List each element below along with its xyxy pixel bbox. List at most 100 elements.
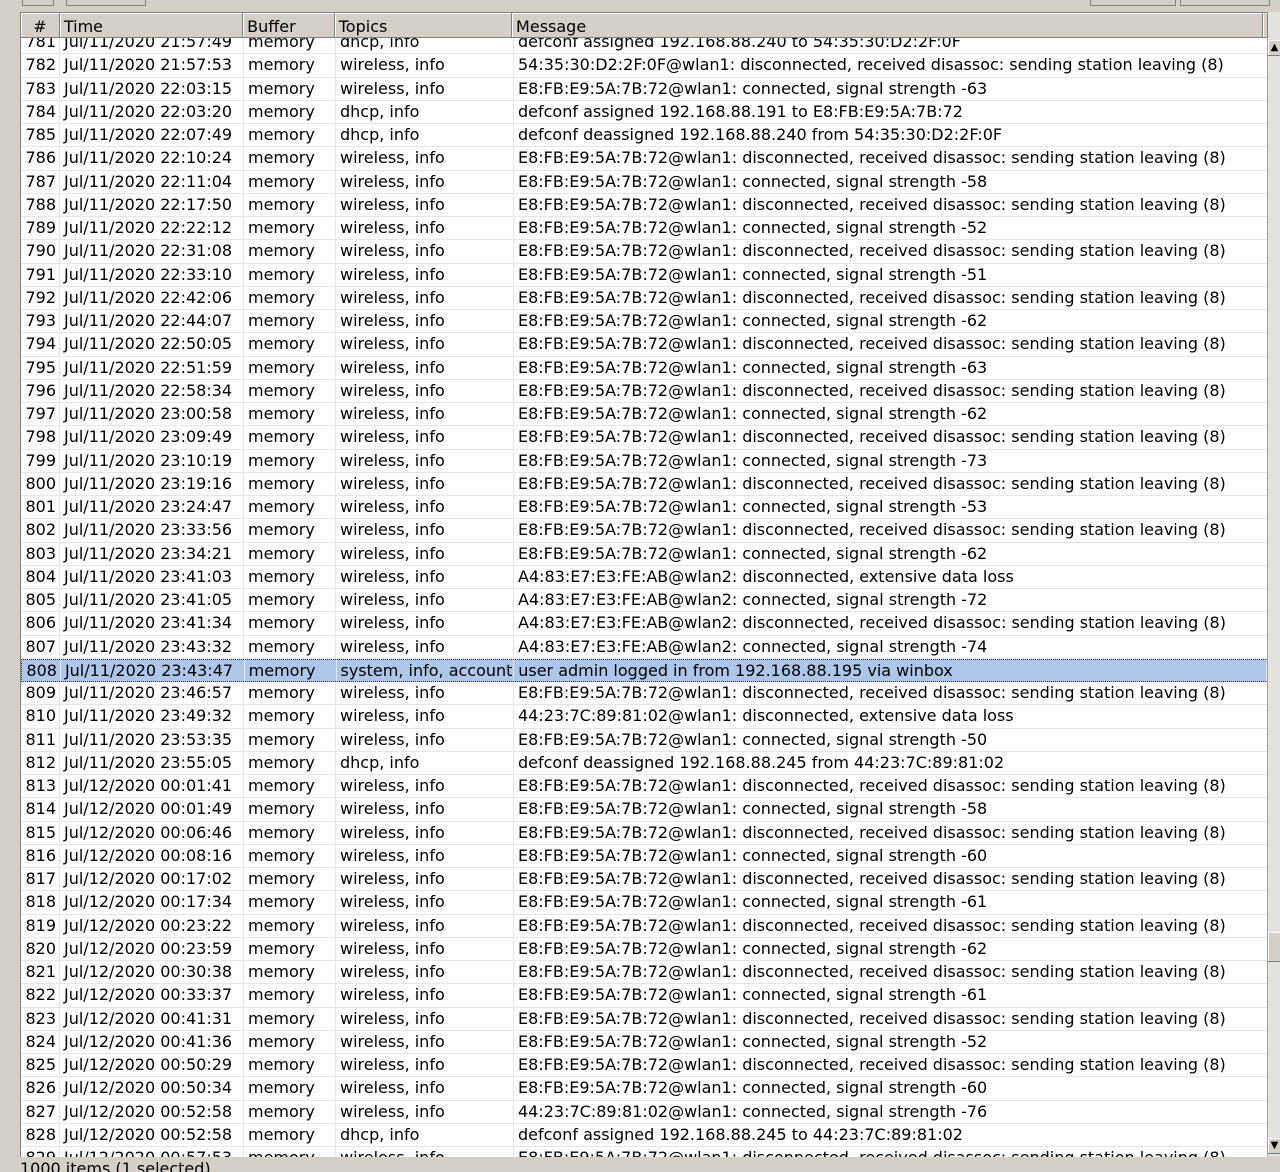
- row-time: Jul/12/2020 00:01:41: [60, 775, 244, 798]
- row-message: E8:FB:E9:5A:7B:72@wlan1: connected, sign…: [514, 937, 1268, 960]
- row-buffer: memory: [244, 472, 336, 495]
- row-topics: wireless, info: [336, 147, 514, 170]
- log-row[interactable]: 800 Jul/11/2020 23:19:16 memory wireless, i…: [21, 472, 1268, 496]
- row-message: defconf assigned 192.168.88.191 to E8:FB…: [514, 100, 1268, 123]
- row-number: 809: [21, 682, 60, 705]
- log-row[interactable]: 822 Jul/12/2020 00:33:37 memory wireless, i…: [21, 984, 1268, 1008]
- log-row[interactable]: 797 Jul/11/2020 23:00:58 memory wireless, i…: [21, 403, 1268, 427]
- log-row[interactable]: 818 Jul/12/2020 00:17:34 memory wireless, i…: [21, 891, 1268, 915]
- column-header-number[interactable]: #: [21, 13, 60, 37]
- row-time: Jul/11/2020 22:42:06: [60, 286, 244, 309]
- log-row[interactable]: 798 Jul/11/2020 23:09:49 memory wireless, i…: [21, 426, 1268, 450]
- row-topics: wireless, info: [336, 844, 514, 867]
- log-row[interactable]: 811 Jul/11/2020 23:53:35 memory wireless, i…: [21, 728, 1268, 752]
- row-number: 814: [21, 798, 60, 821]
- row-time: Jul/12/2020 00:52:58: [60, 1100, 244, 1123]
- log-row[interactable]: 803 Jul/11/2020 23:34:21 memory wireless, i…: [21, 542, 1268, 566]
- row-time: Jul/11/2020 22:10:24: [60, 147, 244, 170]
- toolbar-button[interactable]: [66, 0, 146, 6]
- log-row[interactable]: 810 Jul/11/2020 23:49:32 memory wireless, i…: [21, 705, 1268, 729]
- row-message: E8:FB:E9:5A:7B:72@wlan1: disconnected, r…: [514, 1007, 1268, 1030]
- row-topics: wireless, info: [336, 333, 514, 356]
- row-buffer: memory: [244, 170, 336, 193]
- column-header-topics[interactable]: Topics: [335, 13, 513, 37]
- log-row[interactable]: 790 Jul/11/2020 22:31:08 memory wireless, i…: [21, 240, 1268, 264]
- log-row[interactable]: 793 Jul/11/2020 22:44:07 memory wireless, i…: [21, 310, 1268, 334]
- log-row[interactable]: 788 Jul/11/2020 22:17:50 memory wireless, i…: [21, 193, 1268, 217]
- scrollbar-thumb[interactable]: [1268, 932, 1280, 962]
- log-row[interactable]: 791 Jul/11/2020 22:33:10 memory wireless, i…: [21, 263, 1268, 287]
- log-row[interactable]: 796 Jul/11/2020 22:58:34 memory wireless, i…: [21, 379, 1268, 403]
- log-row[interactable]: 801 Jul/11/2020 23:24:47 memory wireless, i…: [21, 496, 1268, 520]
- row-number: 788: [21, 193, 60, 216]
- log-row[interactable]: 789 Jul/11/2020 22:22:12 memory wireless, i…: [21, 217, 1268, 241]
- log-row[interactable]: 808 Jul/11/2020 23:43:47 memory system, inf…: [21, 658, 1268, 682]
- log-row[interactable]: 787 Jul/11/2020 22:11:04 memory wireless, i…: [21, 170, 1268, 194]
- row-number: 813: [21, 775, 60, 798]
- row-message: E8:FB:E9:5A:7B:72@wlan1: disconnected, r…: [514, 147, 1268, 170]
- row-number: 816: [21, 844, 60, 867]
- row-time: Jul/11/2020 22:58:34: [60, 379, 244, 402]
- log-row[interactable]: 786 Jul/11/2020 22:10:24 memory wireless, i…: [21, 147, 1268, 171]
- log-row[interactable]: 819 Jul/12/2020 00:23:22 memory wireless, i…: [21, 914, 1268, 938]
- row-topics: wireless, info: [336, 635, 514, 658]
- row-time: Jul/11/2020 22:22:12: [60, 217, 244, 240]
- row-number: 824: [21, 1030, 60, 1053]
- log-row[interactable]: 795 Jul/11/2020 22:51:59 memory wireless, i…: [21, 356, 1268, 380]
- log-row[interactable]: 825 Jul/12/2020 00:50:29 memory wireless, i…: [21, 1054, 1268, 1078]
- log-row[interactable]: 820 Jul/12/2020 00:23:59 memory wireless, i…: [21, 937, 1268, 961]
- row-number: 820: [21, 937, 60, 960]
- row-topics: wireless, info: [336, 472, 514, 495]
- log-row[interactable]: 826 Jul/12/2020 00:50:34 memory wireless, i…: [21, 1077, 1268, 1101]
- log-row[interactable]: 783 Jul/11/2020 22:03:15 memory wireless, i…: [21, 77, 1268, 101]
- row-number: 805: [21, 589, 60, 612]
- row-topics: wireless, info: [336, 868, 514, 891]
- row-message: E8:FB:E9:5A:7B:72@wlan1: connected, sign…: [514, 310, 1268, 333]
- row-message: E8:FB:E9:5A:7B:72@wlan1: connected, sign…: [514, 263, 1268, 286]
- row-number: 806: [21, 612, 60, 635]
- vertical-scrollbar[interactable]: ▲ ▼: [1267, 12, 1280, 1156]
- log-row[interactable]: 817 Jul/12/2020 00:17:02 memory wireless, i…: [21, 868, 1268, 892]
- log-row[interactable]: 827 Jul/12/2020 00:52:58 memory wireless, i…: [21, 1100, 1268, 1124]
- row-time: Jul/11/2020 21:57:53: [60, 54, 244, 77]
- log-list[interactable]: # Time Buffer Topics Message 781 Jul/11/2…: [20, 12, 1268, 1157]
- arrow-down-icon[interactable]: ▼: [1268, 1138, 1280, 1154]
- log-row[interactable]: 816 Jul/12/2020 00:08:16 memory wireless, i…: [21, 844, 1268, 868]
- log-row[interactable]: 824 Jul/12/2020 00:41:36 memory wireless, i…: [21, 1030, 1268, 1054]
- log-row[interactable]: 812 Jul/11/2020 23:55:05 memory dhcp, info d…: [21, 751, 1268, 775]
- row-buffer: memory: [244, 263, 336, 286]
- column-header-buffer[interactable]: Buffer: [243, 13, 335, 37]
- log-row[interactable]: 802 Jul/11/2020 23:33:56 memory wireless, i…: [21, 519, 1268, 543]
- log-row[interactable]: 821 Jul/12/2020 00:30:38 memory wireless, i…: [21, 961, 1268, 985]
- log-row[interactable]: 782 Jul/11/2020 21:57:53 memory wireless, i…: [21, 54, 1268, 78]
- log-row[interactable]: 784 Jul/11/2020 22:03:20 memory dhcp, info d…: [21, 100, 1268, 124]
- row-topics: wireless, info: [336, 193, 514, 216]
- toolbar-button[interactable]: [1090, 0, 1176, 6]
- log-row[interactable]: 806 Jul/11/2020 23:41:34 memory wireless, i…: [21, 612, 1268, 636]
- log-row[interactable]: 805 Jul/11/2020 23:41:05 memory wireless, i…: [21, 589, 1268, 613]
- toolbar-button[interactable]: [1180, 0, 1270, 6]
- log-row[interactable]: 794 Jul/11/2020 22:50:05 memory wireless, i…: [21, 333, 1268, 357]
- column-header-message[interactable]: Message: [512, 13, 1263, 37]
- log-row[interactable]: 823 Jul/12/2020 00:41:31 memory wireless, i…: [21, 1007, 1268, 1031]
- row-topics: wireless, info: [336, 984, 514, 1007]
- log-row[interactable]: 804 Jul/11/2020 23:41:03 memory wireless, i…: [21, 565, 1268, 589]
- row-topics: wireless, info: [336, 77, 514, 100]
- arrow-up-icon[interactable]: ▲: [1268, 40, 1280, 56]
- column-header-time[interactable]: Time: [60, 13, 244, 37]
- log-row[interactable]: 828 Jul/12/2020 00:52:58 memory dhcp, info d…: [21, 1123, 1268, 1147]
- row-number: 808: [22, 659, 61, 681]
- log-row[interactable]: 813 Jul/12/2020 00:01:41 memory wireless, i…: [21, 775, 1268, 799]
- row-number: 827: [21, 1100, 60, 1123]
- log-row[interactable]: 785 Jul/11/2020 22:07:49 memory dhcp, info d…: [21, 124, 1268, 148]
- row-buffer: memory: [244, 589, 336, 612]
- log-row[interactable]: 814 Jul/12/2020 00:01:49 memory wireless, i…: [21, 798, 1268, 822]
- toolbar-button[interactable]: [22, 0, 54, 6]
- row-topics: wireless, info: [336, 682, 514, 705]
- log-row[interactable]: 809 Jul/11/2020 23:46:57 memory wireless, i…: [21, 682, 1268, 706]
- log-row[interactable]: 799 Jul/11/2020 23:10:19 memory wireless, i…: [21, 449, 1268, 473]
- log-row[interactable]: 815 Jul/12/2020 00:06:46 memory wireless, i…: [21, 821, 1268, 845]
- log-row[interactable]: 807 Jul/11/2020 23:43:32 memory wireless, i…: [21, 635, 1268, 659]
- row-topics: wireless, info: [336, 496, 514, 519]
- log-row[interactable]: 792 Jul/11/2020 22:42:06 memory wireless, i…: [21, 286, 1268, 310]
